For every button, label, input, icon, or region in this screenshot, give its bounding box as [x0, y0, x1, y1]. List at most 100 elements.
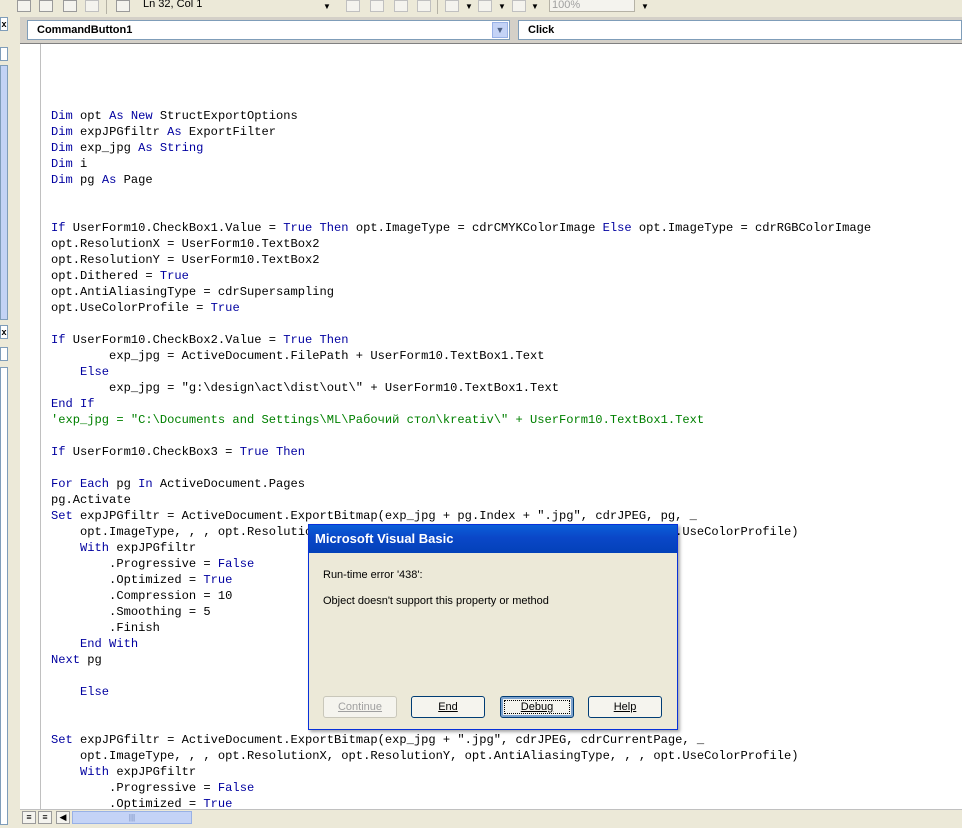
debug-button[interactable]: Debug — [500, 696, 574, 718]
code-line[interactable]: exp_jpg = "g:\design\act\dist\out\" + Us… — [51, 380, 871, 396]
code-line[interactable]: If UserForm10.CheckBox2.Value = True The… — [51, 332, 871, 348]
code-line[interactable]: opt.ResolutionX = UserForm10.TextBox2 — [51, 236, 871, 252]
close-icon[interactable]: x — [0, 325, 8, 339]
chevron-down-icon[interactable]: ▼ — [492, 22, 508, 38]
code-line[interactable] — [51, 92, 871, 108]
properties-pane[interactable] — [0, 367, 8, 825]
code-token: True — [159, 269, 189, 283]
code-token: expJPGfiltr — [109, 541, 197, 555]
end-button[interactable]: End — [411, 696, 485, 718]
code-line[interactable]: If UserForm10.CheckBox3 = True Then — [51, 444, 871, 460]
code-line[interactable]: If UserForm10.CheckBox1.Value = True The… — [51, 220, 871, 236]
code-token: expJPGfiltr = ActiveDocument.ExportBitma… — [72, 733, 705, 747]
code-token: As New — [109, 109, 153, 123]
grid-icon[interactable] — [394, 0, 408, 12]
toolbar-separator — [106, 0, 107, 14]
align-icon[interactable] — [346, 0, 360, 12]
code-line[interactable]: Dim expJPGfiltr As ExportFilter — [51, 124, 871, 140]
toolbar-separator — [437, 0, 438, 14]
code-line[interactable]: opt.AntiAliasingType = cdrSupersampling — [51, 284, 871, 300]
toolbox-icon[interactable] — [63, 0, 77, 12]
code-token: For Each — [51, 477, 110, 491]
code-token: ActiveDocument.Pages — [152, 477, 306, 491]
code-line[interactable]: .Progressive = False — [51, 780, 871, 796]
scroll-up-icon[interactable] — [0, 47, 8, 61]
code-line[interactable] — [51, 204, 871, 220]
zoom-combo[interactable]: 100% — [549, 0, 635, 12]
code-line[interactable]: Dim i — [51, 156, 871, 172]
chevron-down-icon[interactable]: ▼ — [531, 2, 539, 11]
code-line[interactable]: Else — [51, 364, 871, 380]
code-token: expJPGfiltr — [72, 125, 168, 139]
code-token: opt.ResolutionX = UserForm10.TextBox2 — [51, 237, 320, 251]
make-same-size-icon[interactable] — [478, 0, 492, 12]
align-left-icon[interactable] — [445, 0, 459, 12]
code-token: As — [167, 125, 182, 139]
view-object-icon[interactable] — [17, 0, 31, 12]
code-line[interactable]: 'exp_jpg = "C:\Documents and Settings\ML… — [51, 412, 871, 428]
code-line[interactable]: Dim exp_jpg As String — [51, 140, 871, 156]
code-line[interactable]: opt.Dithered = True — [51, 268, 871, 284]
code-token: UserForm10.CheckBox1.Value = — [65, 221, 284, 235]
procedure-view-icon[interactable]: ≡ — [22, 811, 36, 824]
code-line[interactable]: Dim opt As New StructExportOptions — [51, 108, 871, 124]
code-line[interactable] — [51, 188, 871, 204]
code-token: True Then — [283, 221, 349, 235]
code-line[interactable]: opt.ImageType, , , opt.ResolutionX, opt.… — [51, 748, 871, 764]
procedure-combo[interactable]: Click — [518, 20, 962, 40]
code-line[interactable]: pg.Activate — [51, 492, 871, 508]
object-combo[interactable]: CommandButton1 ▼ — [27, 20, 510, 40]
code-line[interactable]: For Each pg In ActiveDocument.Pages — [51, 476, 871, 492]
code-line[interactable]: Set expJPGfiltr = ActiveDocument.ExportB… — [51, 508, 871, 524]
code-token: Dim — [51, 141, 73, 155]
code-token: .Finish — [51, 621, 160, 635]
close-icon[interactable]: x — [0, 17, 8, 31]
properties-icon[interactable] — [39, 0, 53, 12]
code-line[interactable]: Set expJPGfiltr = ActiveDocument.ExportB… — [51, 732, 871, 748]
code-token: End With — [80, 637, 139, 651]
continue-button[interactable]: Continue — [323, 696, 397, 718]
code-token: pg.Activate — [51, 493, 131, 507]
chevron-down-icon[interactable]: ▼ — [323, 2, 331, 11]
code-token: If — [51, 445, 66, 459]
code-line[interactable] — [51, 428, 871, 444]
code-line[interactable]: Dim pg As Page — [51, 172, 871, 188]
code-line[interactable]: With expJPGfiltr — [51, 764, 871, 780]
code-line[interactable] — [51, 316, 871, 332]
code-token: .Optimized = — [51, 573, 204, 587]
help-button[interactable]: Help — [588, 696, 662, 718]
code-token: If — [51, 333, 66, 347]
horizontal-scrollbar-thumb[interactable]: ||| — [72, 811, 192, 824]
bring-to-front-icon[interactable] — [512, 0, 526, 12]
help-icon[interactable] — [116, 0, 130, 12]
code-token: Else — [80, 685, 110, 699]
code-line[interactable]: End If — [51, 396, 871, 412]
scroll-left-icon[interactable]: ◀ — [56, 811, 70, 824]
code-token: .Progressive = — [51, 557, 218, 571]
project-scrollbar[interactable] — [0, 65, 8, 320]
dialog-title[interactable]: Microsoft Visual Basic — [309, 525, 677, 553]
delete-icon[interactable] — [85, 0, 99, 12]
code-line[interactable]: opt.ResolutionY = UserForm10.TextBox2 — [51, 252, 871, 268]
chevron-down-icon[interactable]: ▼ — [641, 2, 649, 11]
center-icon[interactable] — [417, 0, 431, 12]
code-line[interactable] — [51, 460, 871, 476]
code-line[interactable]: opt.UseColorProfile = True — [51, 300, 871, 316]
chevron-down-icon[interactable]: ▼ — [498, 2, 506, 11]
margin-indicator-bar[interactable] — [20, 44, 41, 810]
code-token: Dim — [51, 125, 73, 139]
code-line[interactable]: exp_jpg = ActiveDocument.FilePath + User… — [51, 348, 871, 364]
code-token: exp_jpg = ActiveDocument.FilePath + User… — [51, 349, 545, 363]
code-token: opt.ImageType = cdrCMYKColorImage — [348, 221, 603, 235]
code-token: False — [217, 557, 255, 571]
code-token: Else — [80, 365, 110, 379]
code-token: UserForm10.CheckBox2.Value = — [65, 333, 284, 347]
code-token: 'exp_jpg = "C:\Documents and Settings\ML… — [51, 413, 705, 427]
chevron-down-icon[interactable]: ▼ — [465, 2, 473, 11]
bottom-bar: ≡ ≡ ◀ ||| — [20, 809, 962, 826]
scroll-up-icon[interactable] — [0, 347, 8, 361]
size-icon[interactable] — [370, 0, 384, 12]
full-module-view-icon[interactable]: ≡ — [38, 811, 52, 824]
